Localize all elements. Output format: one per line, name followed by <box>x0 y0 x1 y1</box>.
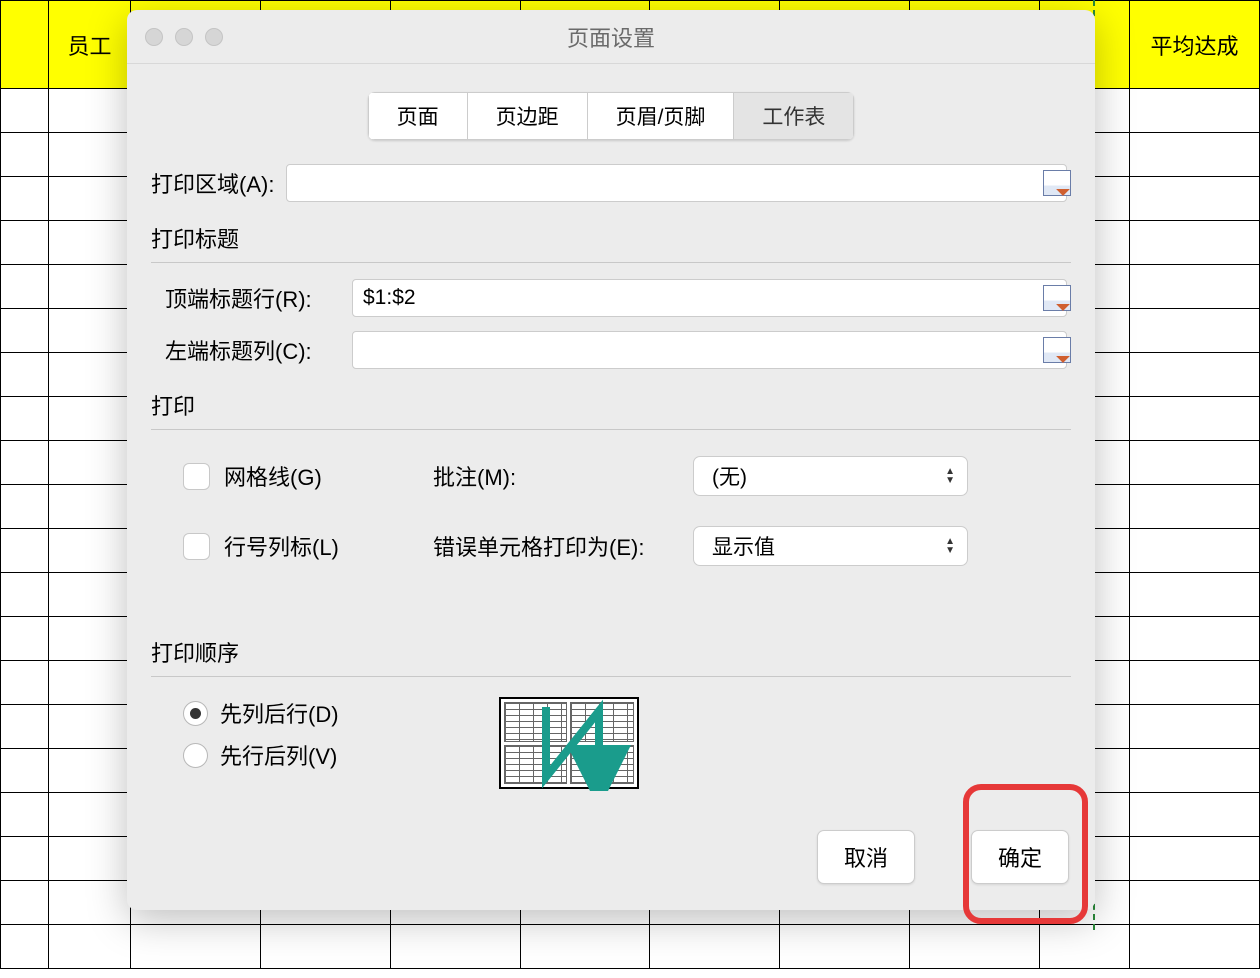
minimize-window-icon[interactable] <box>175 28 193 46</box>
print-area-input[interactable] <box>286 164 1067 202</box>
page-order-section-label: 打印顺序 <box>151 636 1071 668</box>
tab-page[interactable]: 页面 <box>368 92 467 140</box>
page-setup-dialog: 页面设置 页面 页边距 页眉/页脚 工作表 打印区域(A): 打印标题 顶端标题… <box>127 10 1095 910</box>
row-col-headers-checkbox[interactable] <box>183 533 210 560</box>
ok-button[interactable]: 确定 <box>971 830 1069 884</box>
row-col-headers-label: 行号列标(L) <box>224 530 339 562</box>
header-cell-avg: 平均达成 <box>1129 1 1259 89</box>
range-picker-icon[interactable] <box>1043 170 1071 196</box>
divider <box>151 676 1071 677</box>
page-order-diagram <box>499 697 639 789</box>
tab-margins[interactable]: 页边距 <box>467 92 587 140</box>
divider <box>151 262 1071 263</box>
divider <box>151 429 1071 430</box>
tab-bar: 页面 页边距 页眉/页脚 工作表 <box>127 92 1095 140</box>
dialog-titlebar: 页面设置 <box>127 10 1095 64</box>
down-then-over-radio[interactable] <box>183 701 208 726</box>
gridlines-label: 网格线(G) <box>224 460 322 492</box>
cancel-button[interactable]: 取消 <box>817 830 915 884</box>
print-section-label: 打印 <box>151 389 1071 421</box>
cols-repeat-input[interactable] <box>352 331 1067 369</box>
zoom-window-icon[interactable] <box>205 28 223 46</box>
rows-repeat-label: 顶端标题行(R): <box>165 282 340 314</box>
close-window-icon[interactable] <box>145 28 163 46</box>
print-area-label: 打印区域(A): <box>151 167 274 199</box>
errors-select[interactable]: 显示值 ▲▼ <box>693 526 968 566</box>
comments-label: 批注(M): <box>433 460 693 492</box>
dialog-title: 页面设置 <box>127 21 1095 53</box>
comments-select[interactable]: (无) ▲▼ <box>693 456 968 496</box>
over-then-down-radio[interactable] <box>183 743 208 768</box>
cols-repeat-label: 左端标题列(C): <box>165 334 340 366</box>
select-arrows-icon: ▲▼ <box>945 468 955 484</box>
range-picker-icon[interactable] <box>1043 285 1071 311</box>
select-arrows-icon: ▲▼ <box>945 538 955 554</box>
down-then-over-label: 先列后行(D) <box>220 697 339 729</box>
rows-repeat-input[interactable] <box>352 279 1067 317</box>
header-cell-employee: 员工 <box>48 1 130 89</box>
errors-label: 错误单元格打印为(E): <box>433 530 693 562</box>
print-titles-section-label: 打印标题 <box>151 222 1071 254</box>
tab-header-footer[interactable]: 页眉/页脚 <box>587 92 734 140</box>
comments-select-value: (无) <box>712 461 747 491</box>
range-picker-icon[interactable] <box>1043 337 1071 363</box>
tab-sheet[interactable]: 工作表 <box>733 92 854 140</box>
gridlines-checkbox[interactable] <box>183 463 210 490</box>
over-then-down-label: 先行后列(V) <box>220 739 337 771</box>
errors-select-value: 显示值 <box>712 531 775 561</box>
